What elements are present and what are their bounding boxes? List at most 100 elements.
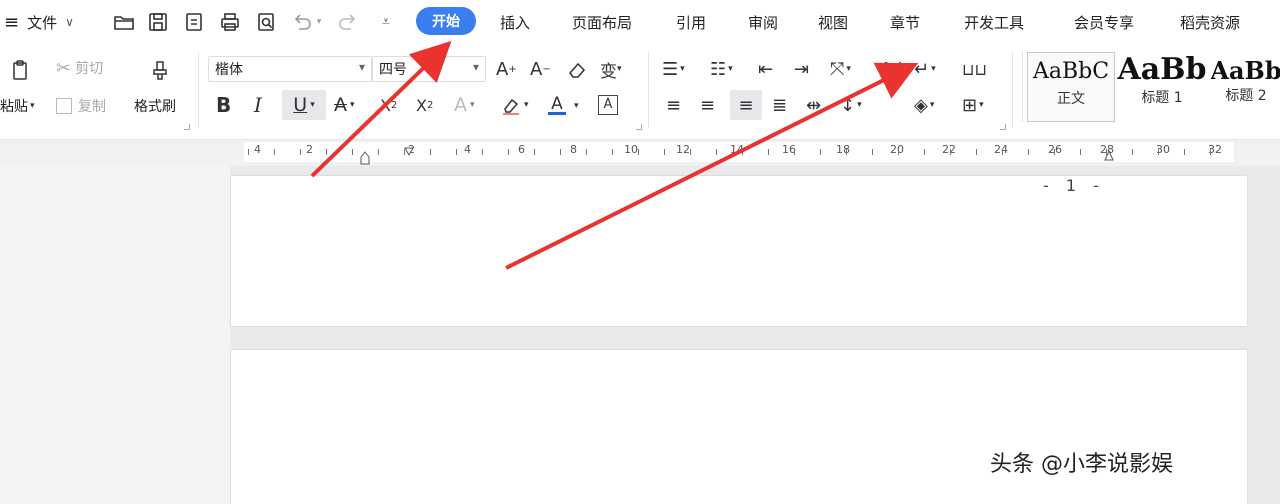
superscript-icon[interactable]: X2 bbox=[380, 92, 397, 118]
italic-icon[interactable]: I bbox=[254, 92, 262, 118]
customize-quick-access-icon[interactable]: ⩡ bbox=[374, 10, 398, 34]
font-color-icon[interactable]: A bbox=[548, 90, 566, 118]
font-size-dropdown-icon: ▾ bbox=[472, 60, 479, 74]
paste-label: 粘贴 bbox=[0, 99, 28, 115]
bold-icon[interactable]: B bbox=[216, 92, 231, 118]
ruler-label: 24 bbox=[994, 143, 1008, 156]
horizontal-ruler[interactable]: 422468101214161820222426283032 bbox=[0, 140, 1280, 166]
print-preview-icon[interactable] bbox=[254, 10, 278, 34]
tab-member[interactable]: 会员专享 bbox=[1074, 0, 1134, 44]
increase-indent-icon[interactable]: ⇥ bbox=[794, 56, 809, 82]
ruler-tick bbox=[430, 149, 431, 155]
document-page-1[interactable]: - 1 - bbox=[231, 176, 1247, 326]
tab-page-layout[interactable]: 页面布局 bbox=[572, 0, 632, 44]
chinese-layout-icon[interactable]: ⤧ ▾ bbox=[830, 56, 851, 82]
ruler-tick bbox=[1080, 149, 1081, 155]
font-size-select[interactable]: 四号 ▾ bbox=[372, 56, 486, 82]
subscript-icon[interactable]: X2 bbox=[416, 92, 433, 118]
cut-label: 剪切 bbox=[75, 61, 104, 77]
left-indent-marker[interactable] bbox=[360, 150, 370, 165]
redo-icon[interactable] bbox=[336, 10, 360, 34]
font-color-dropdown-icon[interactable]: ▾ bbox=[574, 96, 579, 116]
tab-insert[interactable]: 插入 bbox=[500, 0, 530, 44]
ruler-tick bbox=[378, 149, 379, 155]
format-painter-icon[interactable] bbox=[138, 50, 182, 90]
style-heading-2[interactable]: AaBb 标题 2 bbox=[1211, 52, 1280, 122]
tab-docer-resources[interactable]: 稻壳资源 bbox=[1180, 0, 1240, 44]
ruler-tick bbox=[664, 149, 665, 155]
format-painter-label: 格式刷 bbox=[134, 99, 176, 115]
format-painter-button[interactable]: 格式刷 bbox=[134, 94, 176, 118]
font-name-select[interactable]: 楷体 ▾ bbox=[208, 56, 372, 82]
clear-formatting-icon[interactable] bbox=[566, 56, 588, 82]
tab-home[interactable]: 开始 bbox=[416, 7, 476, 35]
paragraph-group-launcher[interactable] bbox=[1000, 124, 1006, 130]
shrink-font-icon[interactable]: A − bbox=[530, 56, 551, 82]
ribbon: 粘贴 ▾ ✂ 剪切 复制 格式刷 楷体 ▾ 四号 ▾ A + A − 变 ▾ B I … bbox=[0, 44, 1280, 140]
first-line-indent-marker[interactable] bbox=[404, 142, 414, 157]
distributed-align-icon[interactable]: ⇹ bbox=[806, 92, 821, 118]
tab-view[interactable]: 视图 bbox=[818, 0, 848, 44]
tab-review[interactable]: 审阅 bbox=[748, 0, 778, 44]
copy-icon bbox=[56, 98, 72, 114]
ruler-tick bbox=[482, 149, 483, 155]
document-page-2[interactable] bbox=[231, 350, 1247, 504]
style-heading-2-name: 标题 2 bbox=[1225, 88, 1267, 104]
bulleted-list-icon[interactable]: ☰ ▾ bbox=[662, 56, 685, 82]
file-menu[interactable]: ≡ 文件 ∨ bbox=[4, 0, 74, 44]
justify-icon[interactable]: ≣ bbox=[772, 92, 787, 118]
paste-button[interactable]: 粘贴 ▾ bbox=[0, 94, 35, 118]
underline-icon[interactable]: U ▾ bbox=[282, 90, 326, 120]
style-normal[interactable]: AaBbC 正文 bbox=[1027, 52, 1115, 122]
save-icon[interactable] bbox=[146, 10, 170, 34]
style-heading-1[interactable]: AaBb 标题 1 bbox=[1117, 52, 1207, 122]
highlight-icon[interactable]: ▾ bbox=[500, 92, 529, 118]
numbered-list-icon[interactable]: ☷ ▾ bbox=[710, 56, 733, 82]
line-spacing-icon[interactable]: ↕ ▾ bbox=[840, 92, 862, 118]
ruler-tick bbox=[1054, 149, 1055, 155]
tab-ruler-icon[interactable]: ⊔⊔ bbox=[962, 56, 987, 82]
ruler-tick bbox=[742, 149, 743, 155]
ruler-tick bbox=[560, 149, 561, 155]
right-indent-marker[interactable] bbox=[1104, 146, 1114, 161]
strikethrough-icon[interactable]: A ▾ bbox=[334, 92, 355, 118]
font-group-launcher[interactable] bbox=[636, 124, 642, 130]
decrease-indent-icon[interactable]: ⇤ bbox=[758, 56, 773, 82]
copy-button[interactable]: 复制 bbox=[56, 94, 106, 118]
file-menu-label: 文件 bbox=[27, 13, 58, 32]
undo-icon[interactable] bbox=[290, 10, 314, 34]
open-folder-icon[interactable] bbox=[112, 10, 136, 34]
tab-references[interactable]: 引用 bbox=[676, 0, 706, 44]
tab-chapter[interactable]: 章节 bbox=[890, 0, 920, 44]
show-hide-marks-icon[interactable]: ↵ ▾ bbox=[914, 56, 936, 82]
group-divider bbox=[198, 52, 199, 128]
phonetic-guide-icon[interactable]: 变 ▾ bbox=[600, 56, 622, 82]
export-pdf-icon[interactable] bbox=[182, 10, 206, 34]
align-center-icon[interactable]: ≡ bbox=[700, 92, 715, 118]
styles-gallery: AaBbC 正文 AaBb 标题 1 AaBb 标题 2 bbox=[1022, 52, 1280, 122]
align-right-icon[interactable]: ≡ bbox=[730, 90, 762, 120]
tab-developer[interactable]: 开发工具 bbox=[964, 0, 1024, 44]
cut-button[interactable]: ✂ 剪切 bbox=[56, 56, 103, 80]
print-icon[interactable] bbox=[218, 10, 242, 34]
borders-icon[interactable]: ⊞ ▾ bbox=[962, 92, 984, 118]
ruler-tick bbox=[846, 149, 847, 155]
shading-icon[interactable]: ◈ ▾ bbox=[914, 92, 934, 118]
grow-font-icon[interactable]: A + bbox=[496, 56, 517, 82]
ruler-tick bbox=[1158, 149, 1159, 155]
sort-icon[interactable]: A↓ bbox=[880, 56, 907, 82]
style-heading-2-sample: AaBb bbox=[1211, 56, 1280, 85]
menu-bar: ≡ 文件 ∨ ▾ ⩡ 开始 插入 页面布局 引用 审阅 视图 章节 开发工具 会… bbox=[0, 0, 1280, 44]
ruler-tick bbox=[872, 149, 873, 155]
ruler-tick bbox=[690, 149, 691, 155]
ruler-tick bbox=[794, 149, 795, 155]
ruler-label: 26 bbox=[1048, 143, 1062, 156]
ruler-tick bbox=[456, 149, 457, 155]
clipboard-group-launcher[interactable] bbox=[184, 124, 190, 130]
align-left-icon[interactable]: ≡ bbox=[666, 92, 681, 118]
undo-dropdown-icon[interactable]: ▾ bbox=[312, 10, 326, 34]
character-border-icon[interactable]: A bbox=[598, 92, 618, 118]
ruler-tick bbox=[1184, 149, 1185, 155]
paste-icon[interactable] bbox=[0, 52, 40, 88]
text-effect-icon[interactable]: A ▾ bbox=[454, 92, 475, 118]
